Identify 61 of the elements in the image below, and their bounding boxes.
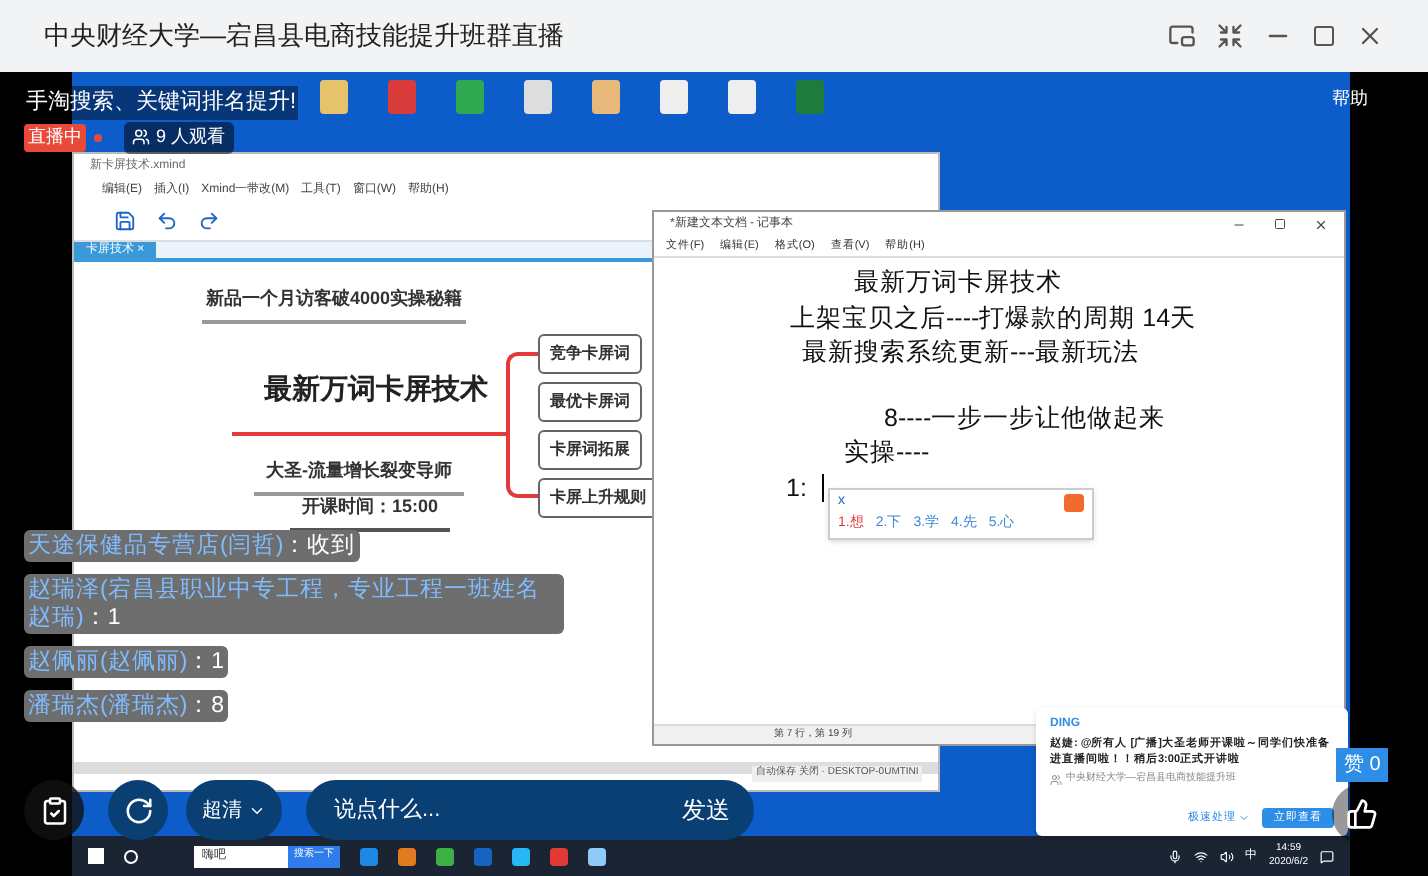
notification-center-icon[interactable] [1320, 849, 1334, 863]
desktop-icon [524, 80, 552, 114]
desktop-icon [592, 80, 620, 114]
start-icon [88, 848, 104, 864]
desktop-icon [728, 80, 756, 114]
mindmap-branch[interactable]: 卡屏上升规则 [538, 478, 658, 518]
text-line: 上架宝贝之后----打爆款的周期 14天 [790, 302, 1197, 336]
desktop-icon [456, 80, 484, 114]
taskbar-app-icon[interactable] [436, 847, 454, 865]
text-line: 1: [786, 472, 807, 506]
viewers-icon [132, 128, 150, 147]
chat-message: 赵佩丽(赵佩丽)：1 [24, 646, 229, 678]
chat-message: 潘瑞杰(潘瑞杰)：8 [24, 690, 229, 722]
taskbar-app-icon[interactable] [550, 847, 568, 865]
network-icon[interactable] [1193, 849, 1208, 863]
clipboard-check-icon [39, 795, 69, 825]
close-icon[interactable] [1314, 217, 1328, 231]
viewer-count: 9 人观看 [156, 124, 226, 150]
taskbar-app-icon[interactable] [588, 847, 606, 865]
stream-headline: 手淘搜索、关键词排名提升! [24, 86, 299, 119]
mindmap-central-topic: 最新万词卡屏技术 [264, 370, 488, 408]
text-line: 实操---- [844, 436, 930, 470]
chat-message: 天途保健品专营店(闫哲)：收到 [24, 530, 360, 562]
like-count: 赞 0 [1336, 748, 1389, 782]
close-icon[interactable] [1356, 22, 1384, 50]
mindmap-branch[interactable]: 卡屏词拓展 [538, 430, 642, 470]
rotate-icon [123, 795, 153, 825]
text-cursor [822, 474, 824, 502]
desktop-icon [388, 80, 416, 114]
help-link[interactable]: 帮助 [1332, 86, 1368, 113]
taskbar-app-icon[interactable] [360, 847, 378, 865]
mindmap-subtitle: 新品一个月访客破4000实操秘籍 [202, 286, 467, 323]
group-icon [1050, 773, 1062, 786]
send-button[interactable]: 发送 [682, 792, 730, 828]
taskbar-app-icon[interactable] [512, 847, 530, 865]
desktop-icon [796, 80, 824, 114]
microphone-icon[interactable] [1167, 849, 1182, 863]
shrink-icon[interactable] [1216, 22, 1244, 50]
comment-input-field[interactable]: 说点什么... 发送 [306, 780, 754, 840]
undo-icon[interactable] [156, 210, 178, 232]
desktop-icon [660, 80, 688, 114]
desktop-icon [320, 80, 348, 114]
ime-logo-icon [1064, 493, 1084, 511]
maximize-icon[interactable] [1312, 24, 1336, 48]
taskbar-app-icon[interactable] [398, 847, 416, 865]
chat-message: 赵瑞泽(宕昌县职业中专工程，专业工程一班姓名赵瑞)：1 [24, 574, 564, 634]
live-badge: 直播中 [24, 124, 86, 151]
text-line: 最新万词卡屏技术 [854, 266, 1062, 300]
notes-button[interactable] [24, 780, 84, 840]
text-line: 8----一步一步让他做起来 [884, 402, 1166, 436]
caret-icon [1238, 811, 1250, 824]
redo-icon[interactable] [198, 210, 220, 232]
picture-in-picture-icon[interactable] [1168, 22, 1196, 50]
volume-icon[interactable] [1219, 849, 1234, 863]
text-line: 最新搜索系统更新---最新玩法 [802, 336, 1139, 370]
maximize-icon[interactable] [1274, 217, 1286, 229]
mindmap-branch[interactable]: 竞争卡屏词 [538, 334, 642, 374]
mindmap-speaker: 大圣-流量增长裂变导师 [254, 458, 464, 495]
save-icon[interactable] [114, 210, 136, 232]
window-title: 中央财经大学—宕昌县电商技能提升班群直播 [44, 18, 564, 55]
mindmap-branch[interactable]: 最优卡屏词 [538, 382, 642, 422]
